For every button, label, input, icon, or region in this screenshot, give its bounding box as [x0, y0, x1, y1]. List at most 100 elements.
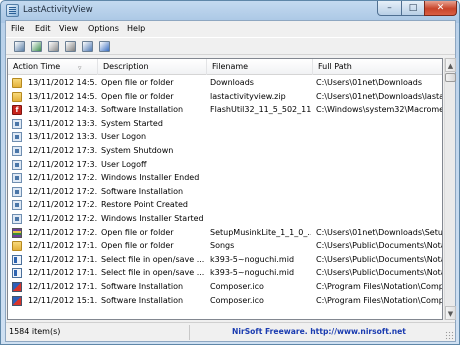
action-time-cell: 12/11/2012 17:2...	[28, 200, 98, 210]
menu-options[interactable]: Options	[88, 24, 119, 33]
maximize-button[interactable]: □	[401, 1, 425, 16]
action-time-cell: 12/11/2012 17:1...	[28, 268, 98, 278]
description-cell: Restore Point Created	[101, 200, 188, 210]
description-cell: System Started	[101, 118, 163, 128]
sys-icon	[12, 173, 22, 184]
menu-file[interactable]: File	[11, 24, 24, 33]
column-action-time[interactable]: Action Time ▿	[8, 59, 98, 75]
full-path-cell	[316, 198, 442, 212]
action-time-cell: 12/11/2012 17:1...	[28, 241, 98, 251]
table-row[interactable]: 12/11/2012 15:1... Software Installation C…	[8, 294, 443, 308]
table-row[interactable]: 13/11/2012 13:3... User Logon	[8, 130, 442, 144]
copy-icon[interactable]	[48, 41, 59, 52]
action-time-cell: 12/11/2012 17:1...	[28, 254, 98, 264]
full-path-cell: C:\Users\01net\Downloads	[316, 78, 423, 87]
folder-icon	[12, 241, 22, 252]
action-time-cell: 13/11/2012 14:5...	[28, 78, 98, 87]
filename-cell: SetupMusinkLite_1_1_0_...	[210, 227, 311, 237]
column-full-path[interactable]: Full Path	[313, 59, 442, 75]
table-row[interactable]: 12/11/2012 17:2... Restore Point Created	[8, 198, 442, 212]
install-icon	[12, 281, 22, 292]
menu-view[interactable]: View	[59, 24, 78, 33]
action-time-cell: 13/11/2012 13:3...	[28, 132, 98, 142]
menu-help[interactable]: Help	[127, 24, 145, 33]
full-path-cell: C:\Users\Public\Documents\Notatio	[316, 268, 443, 278]
title-bar[interactable]: LastActivityView – □ ✕	[1, 1, 459, 20]
description-cell: Software Installation	[101, 186, 184, 196]
table-row[interactable]: 12/11/2012 17:2... Software Installation	[8, 185, 442, 199]
table-row[interactable]: 12/11/2012 17:3... User Logoff	[8, 158, 442, 172]
action-time-cell: 12/11/2012 17:2...	[28, 213, 98, 223]
full-path-cell: C:\Users\Public\Documents\Notatio	[316, 241, 443, 251]
column-filename[interactable]: Filename	[207, 59, 313, 75]
scroll-up-button[interactable]: ▲	[445, 58, 456, 72]
menu-edit[interactable]: Edit	[35, 24, 51, 33]
flash-icon: f	[12, 105, 22, 116]
action-time-cell: 12/11/2012 17:3...	[28, 145, 98, 155]
status-bar: 1584 item(s) NirSoft Freeware. http://ww…	[6, 322, 455, 341]
exit-icon[interactable]	[99, 41, 110, 52]
filename-cell: Songs	[210, 241, 235, 251]
filename-cell	[210, 158, 311, 172]
action-time-cell: 12/11/2012 15:1...	[28, 295, 98, 305]
action-time-cell: 13/11/2012 14:5...	[28, 91, 98, 101]
sys-icon	[12, 200, 22, 211]
scroll-down-button[interactable]: ▼	[445, 306, 456, 320]
full-path-cell	[316, 130, 442, 144]
table-row[interactable]: 12/11/2012 17:2... Windows Installer Star…	[8, 212, 442, 226]
table-row[interactable]: 13/11/2012 13:3... System Started	[8, 117, 442, 131]
action-time-cell: 12/11/2012 17:1...	[28, 281, 98, 291]
table-row[interactable]: 12/11/2012 17:1... Select file in open/sa…	[8, 266, 443, 280]
refresh-icon[interactable]	[31, 41, 42, 52]
resize-grip-icon[interactable]	[445, 331, 454, 340]
table-row[interactable]: 13/11/2012 14:5... Open file or folder las…	[8, 90, 443, 104]
scroll-thumb[interactable]	[445, 73, 456, 82]
save-icon[interactable]	[14, 41, 25, 52]
description-cell: Software Installation	[101, 295, 184, 305]
nirsoft-link[interactable]: NirSoft Freeware. http://www.nirsoft.net	[232, 327, 406, 336]
table-row[interactable]: 13/11/2012 14:5... Open file or folder Dow…	[8, 76, 442, 90]
sys-icon	[12, 159, 22, 170]
activity-list[interactable]: Action Time ▿ Description Filename Full …	[7, 58, 443, 320]
full-path-cell	[316, 212, 442, 226]
action-time-cell: 13/11/2012 13:3...	[28, 118, 98, 128]
close-button[interactable]: ✕	[424, 1, 457, 16]
column-label: Action Time	[13, 62, 61, 71]
minimize-button[interactable]: –	[377, 1, 402, 16]
description-cell: Open file or folder	[101, 78, 174, 87]
sys-icon	[12, 186, 22, 197]
filename-cell	[210, 130, 311, 144]
description-cell: Windows Installer Ended	[101, 173, 200, 183]
full-path-cell: C:\Program Files\Notation\Compo	[316, 295, 443, 305]
table-row[interactable]: f 13/11/2012 14:3... Software Installation…	[8, 103, 442, 117]
table-row[interactable]: 12/11/2012 17:2... Open file or folder Set…	[8, 226, 442, 240]
table-row[interactable]: 12/11/2012 17:1... Select file in open/sa…	[8, 253, 442, 267]
folder-icon	[12, 78, 22, 88]
sort-indicator-icon: ▿	[78, 64, 82, 72]
table-row[interactable]: 12/11/2012 17:3... System Shutdown	[8, 144, 442, 158]
filename-cell: lastactivityview.zip	[210, 91, 286, 101]
action-time-cell: 12/11/2012 17:3...	[28, 159, 98, 169]
full-path-cell: C:\Users\01net\Downloads\lastact	[316, 91, 443, 101]
action-time-cell: 12/11/2012 17:2...	[28, 227, 98, 237]
description-cell: Open file or folder	[101, 241, 174, 251]
column-description[interactable]: Description	[98, 59, 207, 75]
install-icon	[12, 295, 22, 306]
vertical-scrollbar[interactable]: ▲ ▼	[444, 58, 456, 320]
filename-cell: k393-5~noguchi.mid	[210, 268, 295, 278]
table-row[interactable]: 12/11/2012 17:1... Software Installation C…	[8, 280, 442, 294]
html-report-icon[interactable]	[82, 41, 93, 52]
filename-cell: Composer.ico	[210, 295, 264, 305]
description-cell: Select file in open/save ...	[101, 268, 205, 278]
zip-icon	[12, 227, 22, 238]
description-cell: User Logon	[101, 132, 147, 142]
properties-icon[interactable]	[65, 41, 76, 52]
filename-cell	[210, 171, 311, 185]
list-header: Action Time ▿ Description Filename Full …	[8, 59, 442, 75]
description-cell: Open file or folder	[101, 91, 174, 101]
filename-cell: k393-5~noguchi.mid	[210, 254, 295, 264]
table-row[interactable]: 12/11/2012 17:1... Open file or folder Son…	[8, 239, 443, 253]
table-row[interactable]: 12/11/2012 17:2... Windows Installer Ende…	[8, 171, 442, 185]
filename-cell: FlashUtil32_11_5_502_11...	[210, 105, 311, 115]
description-cell: Software Installation	[101, 281, 184, 291]
